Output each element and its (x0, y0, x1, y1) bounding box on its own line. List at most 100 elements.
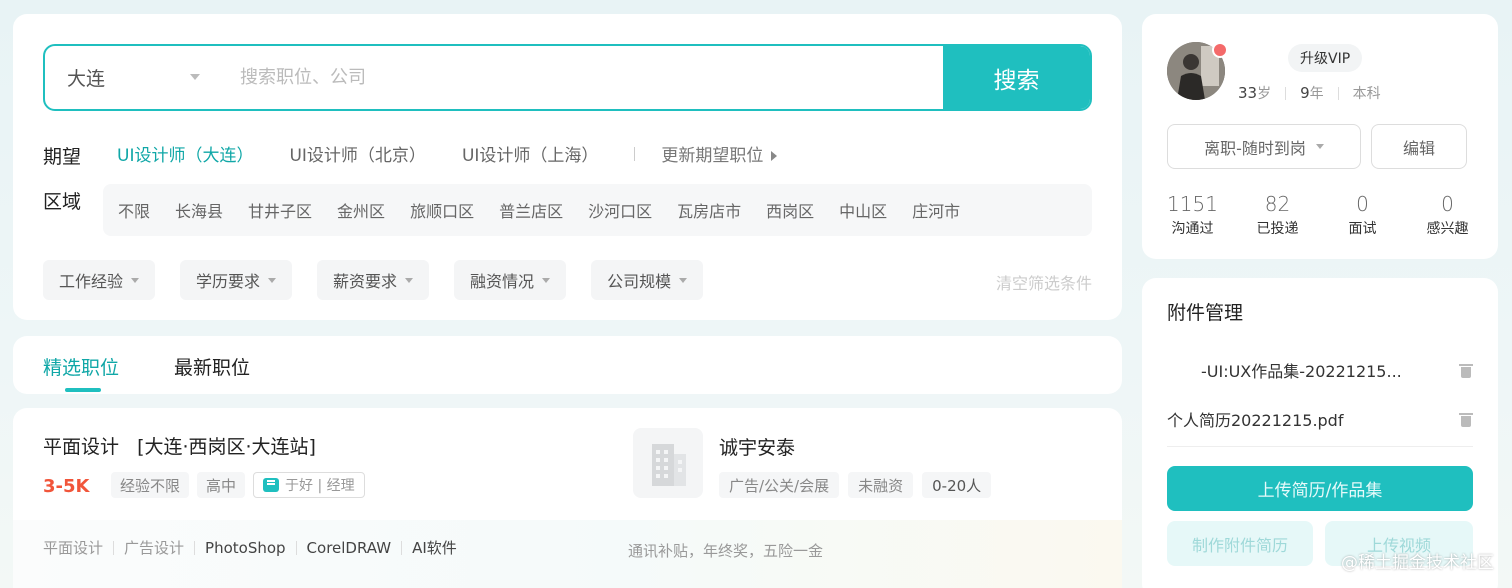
area-item[interactable]: 甘井子区 (248, 198, 312, 222)
divider (634, 146, 636, 161)
attachment-title: 附件管理 (1167, 302, 1244, 324)
attachment-card: 附件管理 -UI:UX作品集-20221215... 个人简历20221215.… (1142, 278, 1498, 588)
search-input[interactable] (220, 46, 943, 109)
stat-number: 82 (1264, 192, 1291, 216)
job-tag: 经验不限 (111, 472, 190, 498)
area-item[interactable]: 中山区 (839, 198, 887, 222)
filter-label: 学历要求 (196, 272, 261, 291)
city-select[interactable]: 大连 (45, 46, 220, 109)
company-tag: 广告/公关/会展 (719, 472, 840, 498)
filter-label: 薪资要求 (333, 272, 398, 291)
stat-interested[interactable]: 0 感兴趣 (1408, 192, 1488, 238)
chevron-down-icon (405, 277, 414, 283)
job-title[interactable]: 平面设计 [大连·西岗区·大连站] (43, 432, 316, 459)
stat-label: 面试 (1348, 221, 1377, 237)
trash-icon[interactable] (1459, 362, 1473, 378)
search-bar: 大连 搜索 (43, 44, 1092, 111)
attachment-file[interactable]: 个人简历20221215.pdf (1167, 407, 1473, 431)
filter-bar: 工作经验 学历要求 薪资要求 融资情况 公司规模 (43, 260, 704, 300)
tab-featured-jobs[interactable]: 精选职位 (43, 353, 119, 380)
filter-label: 融资情况 (470, 272, 535, 291)
area-item[interactable]: 普兰店区 (499, 198, 563, 222)
update-expect-label: 更新期望职位 (661, 146, 764, 166)
job-tags: 经验不限 高中 于好 | 经理 (111, 472, 365, 498)
filter-education[interactable]: 学历要求 (180, 260, 293, 300)
job-status-select[interactable]: 离职-随时到岗 (1167, 124, 1361, 169)
search-button[interactable]: 搜索 (943, 46, 1090, 109)
stat-label: 沟通过 (1171, 221, 1214, 237)
make-attachment-resume-button[interactable]: 制作附件简历 (1167, 521, 1313, 566)
company-tag: 未融资 (848, 472, 914, 498)
area-item[interactable]: 西岗区 (766, 198, 814, 222)
chevron-down-icon (190, 74, 200, 80)
filter-label: 公司规模 (607, 272, 672, 291)
divider (1285, 86, 1287, 100)
area-item[interactable]: 长海县 (175, 198, 223, 222)
profile-stats: 1151 沟通过 82 已投递 0 面试 0 感兴趣 (1142, 192, 1498, 238)
company-tag: 0-20人 (922, 472, 992, 498)
stat-communicated[interactable]: 1151 沟通过 (1153, 192, 1233, 238)
avatar-badge-icon (1212, 42, 1228, 58)
filter-experience[interactable]: 工作经验 (43, 260, 156, 300)
chat-icon (263, 478, 280, 492)
filter-financing[interactable]: 融资情况 (454, 260, 567, 300)
job-card[interactable]: 平面设计 [大连·西岗区·大连站] 3-5K 经验不限 高中 于好 | 经理 诚… (13, 408, 1122, 588)
tab-latest-jobs[interactable]: 最新职位 (174, 353, 250, 380)
watermark: @稀土掘金技术社区 (1341, 553, 1494, 573)
skill-tag: PhotoShop (194, 541, 296, 556)
upload-resume-button[interactable]: 上传简历/作品集 (1167, 466, 1473, 511)
chevron-down-icon (679, 277, 688, 283)
attachment-file[interactable]: -UI:UX作品集-20221215... (1167, 358, 1473, 382)
profile-card: 升级VIP 33 岁 9年 本科 离职-随时到岗 编辑 1151 沟通过 82 已… (1142, 14, 1498, 259)
area-label: 区域 (43, 191, 82, 213)
file-name: 个人简历20221215.pdf (1167, 411, 1344, 430)
skill-tag: 平面设计 (43, 539, 104, 557)
area-item[interactable]: 沙河口区 (588, 198, 652, 222)
expect-option-dalian[interactable]: UI设计师（大连） (117, 141, 253, 166)
job-tag: 高中 (197, 472, 246, 498)
area-item[interactable]: 不限 (118, 198, 150, 222)
recruiter-name: 于好 | 经理 (285, 478, 355, 494)
stat-label: 感兴趣 (1426, 221, 1469, 237)
job-skills: 平面设计 广告设计 PhotoShop CorelDRAW AI软件 (43, 539, 467, 557)
job-salary: 3-5K (43, 476, 90, 497)
area-item[interactable]: 旅顺口区 (410, 198, 474, 222)
area-item[interactable]: 庄河市 (912, 198, 960, 222)
filter-salary[interactable]: 薪资要求 (317, 260, 430, 300)
update-expect-link[interactable]: 更新期望职位 (661, 141, 778, 166)
upgrade-vip-button[interactable]: 升级VIP (1288, 44, 1363, 72)
area-item[interactable]: 金州区 (337, 198, 385, 222)
stat-number: 0 (1441, 192, 1454, 216)
stat-number: 0 (1356, 192, 1369, 216)
job-location: [大连·西岗区·大连站] (137, 436, 316, 458)
stat-label: 已投递 (1256, 221, 1299, 237)
company-name[interactable]: 诚宇安泰 (719, 433, 795, 460)
clear-filters-link[interactable]: 清空筛选条件 (996, 270, 1092, 294)
job-benefits: 通讯补贴，年终奖，五险一金 (628, 542, 824, 560)
expect-label: 期望 (43, 146, 82, 168)
expect-option-beijing[interactable]: UI设计师（北京） (289, 141, 425, 166)
filter-company-size[interactable]: 公司规模 (591, 260, 704, 300)
job-tabs-card: 精选职位 最新职位 (13, 336, 1122, 394)
stat-applied[interactable]: 82 已投递 (1238, 192, 1318, 238)
filter-label: 工作经验 (59, 272, 124, 291)
edit-button[interactable]: 编辑 (1371, 124, 1467, 169)
area-item[interactable]: 瓦房店市 (677, 198, 741, 222)
profile-meta: 33 岁 9年 本科 (1238, 83, 1381, 103)
trash-icon[interactable] (1459, 411, 1473, 427)
company-logo[interactable] (633, 428, 703, 498)
triangle-right-icon (771, 151, 778, 161)
education: 本科 (1352, 86, 1381, 102)
active-tab-indicator (65, 388, 101, 392)
experience-number: 9 (1300, 84, 1310, 102)
building-icon (652, 444, 686, 486)
expect-option-shanghai[interactable]: UI设计师（上海） (462, 141, 598, 166)
recruiter-chip[interactable]: 于好 | 经理 (253, 472, 365, 498)
chevron-down-icon (1315, 144, 1324, 149)
age-unit: 岁 (1257, 86, 1272, 102)
company-tags: 广告/公关/会展 未融资 0-20人 (719, 472, 992, 498)
divider (1337, 86, 1339, 100)
skill-tag: AI软件 (401, 541, 467, 556)
stat-interview[interactable]: 0 面试 (1323, 192, 1403, 238)
skill-tag: 广告设计 (113, 541, 194, 556)
